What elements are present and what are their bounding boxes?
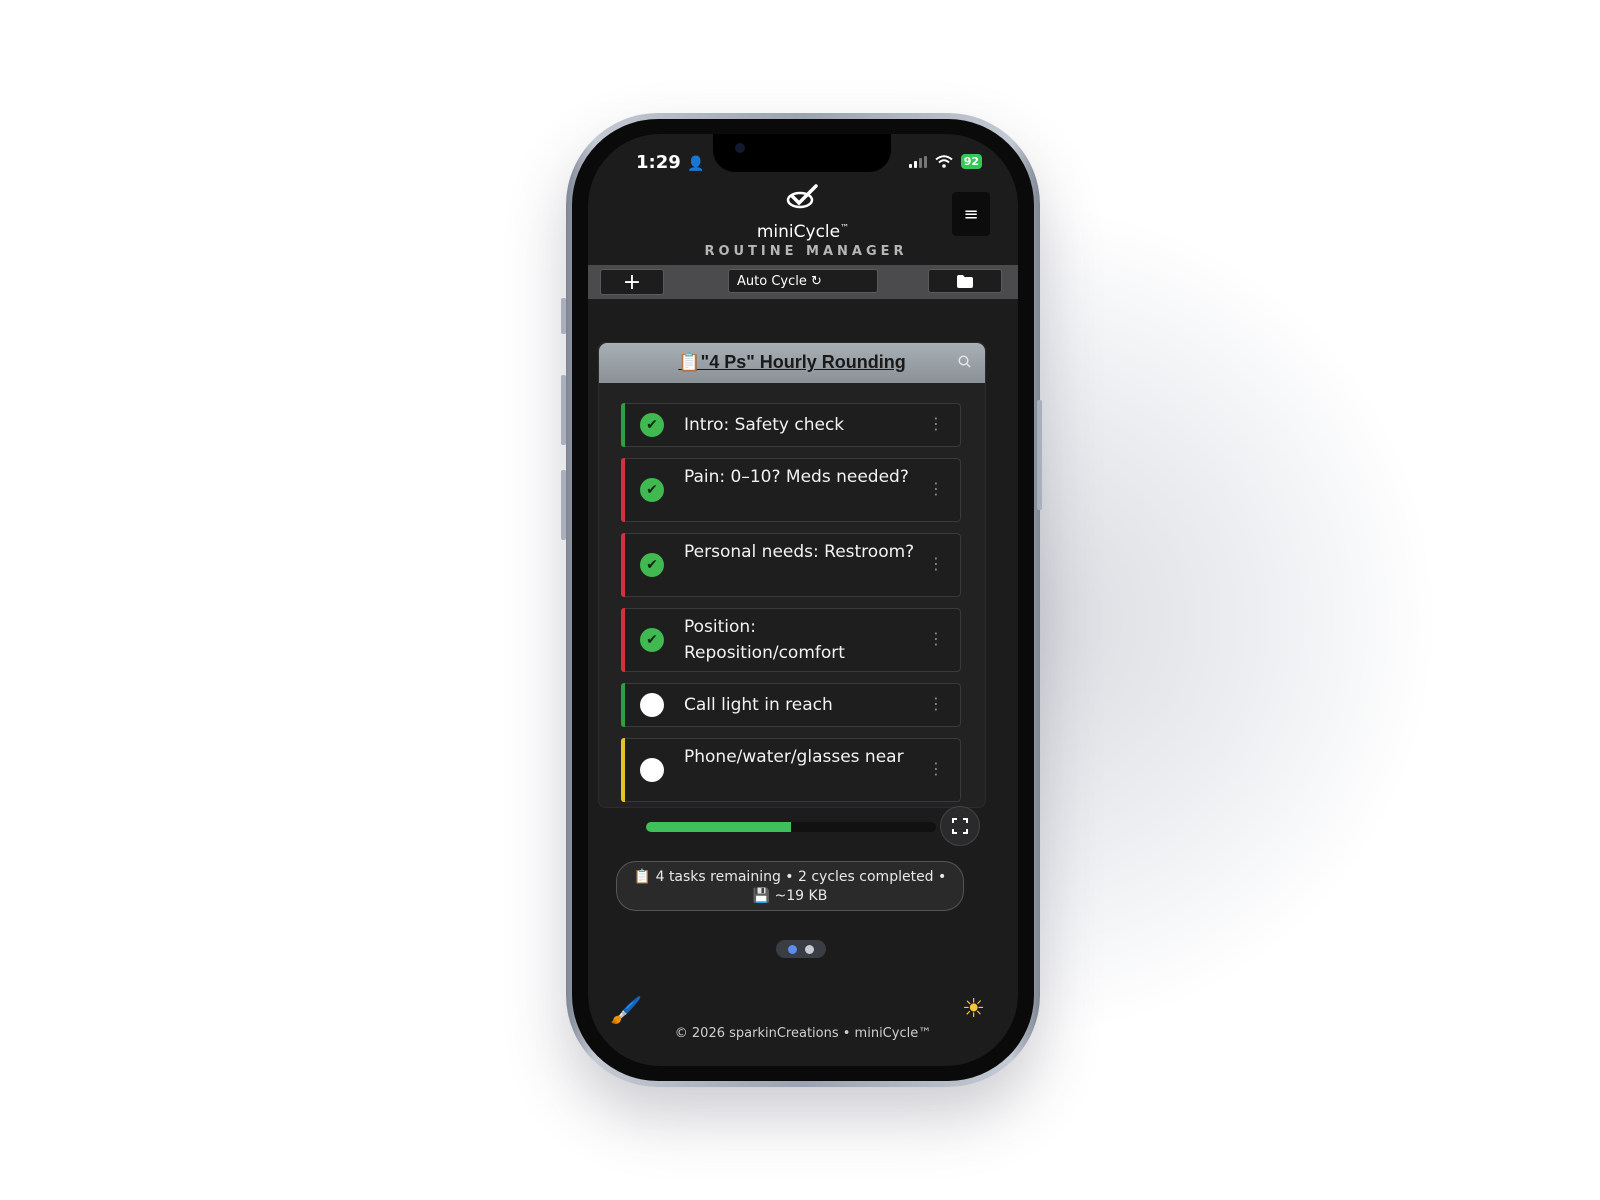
- toolbar: + Auto Cycle ↻: [588, 265, 1018, 299]
- checkmark-icon[interactable]: ✔: [640, 413, 664, 437]
- task-label: Personal needs: Restroom?: [684, 542, 915, 562]
- stats-line: 📋 4 tasks remaining • 2 cycles completed…: [633, 869, 947, 885]
- menu-button[interactable]: ≡: [952, 192, 990, 236]
- progress-bar: [646, 822, 936, 832]
- task-label: Intro: Safety check: [684, 415, 845, 435]
- hamburger-icon: ≡: [963, 203, 979, 225]
- search-icon[interactable]: [958, 355, 971, 372]
- page-dot[interactable]: [805, 944, 814, 954]
- battery-icon: 92: [960, 154, 982, 169]
- footer-copyright: © 2026 sparkinCreations • miniCycle™: [674, 1026, 932, 1041]
- person-icon: 👤: [687, 156, 705, 172]
- priority-bar: [621, 608, 625, 672]
- wifi-icon: [935, 155, 953, 168]
- more-options-icon[interactable]: ⋮: [928, 759, 944, 778]
- task-label: Phone/water/glasses near: [684, 747, 904, 767]
- stats-panel: 📋 4 tasks remaining • 2 cycles completed…: [616, 861, 964, 911]
- paintbrush-icon[interactable]: 🖌️: [610, 996, 642, 1026]
- page-dot-active[interactable]: [788, 944, 797, 954]
- status-time: 1:29 👤: [636, 152, 705, 173]
- trademark: ™: [840, 223, 850, 234]
- priority-bar: [621, 738, 625, 802]
- task-label: Call light in reach: [684, 695, 833, 715]
- task-row[interactable]: ✔ Intro: Safety check ⋮: [621, 403, 961, 447]
- more-options-icon[interactable]: ⋮: [928, 629, 944, 648]
- plus-icon: +: [622, 269, 642, 295]
- auto-cycle-button[interactable]: Auto Cycle ↻: [728, 269, 878, 293]
- app-screen: 1:29 👤 92 miniCycle™ ROUTINE MANAGER ≡ +…: [588, 134, 1018, 1066]
- power-button: [1037, 400, 1042, 510]
- checkmark-icon[interactable]: ✔: [640, 628, 664, 652]
- progress-fill: [646, 822, 791, 832]
- fullscreen-button[interactable]: [940, 806, 980, 846]
- list-title[interactable]: 📋"4 Ps" Hourly Rounding: [599, 352, 985, 373]
- status-time-text: 1:29: [636, 152, 681, 173]
- priority-bar: [621, 533, 625, 597]
- more-options-icon[interactable]: ⋮: [928, 479, 944, 498]
- volume-up-button: [561, 375, 566, 445]
- task-row[interactable]: ✔ Position: Reposition/comfort ⋮: [621, 608, 961, 672]
- folder-button[interactable]: [928, 269, 1002, 293]
- notch: [713, 134, 891, 172]
- checkmark-icon[interactable]: ✔: [640, 478, 664, 502]
- task-list-card: 📋"4 Ps" Hourly Rounding ✔ Intro: Safety …: [598, 342, 986, 808]
- mute-switch: [561, 298, 566, 334]
- folder-icon: [957, 274, 973, 288]
- task-row[interactable]: ✔ Personal needs: Restroom? ⋮: [621, 533, 961, 597]
- volume-down-button: [561, 470, 566, 540]
- more-options-icon[interactable]: ⋮: [928, 694, 944, 713]
- list-header: 📋"4 Ps" Hourly Rounding: [599, 343, 985, 383]
- app-logo-icon: [786, 184, 818, 217]
- unchecked-circle-icon[interactable]: [640, 693, 664, 717]
- status-icons: 92: [908, 154, 982, 169]
- unchecked-circle-icon[interactable]: [640, 758, 664, 782]
- priority-bar: [621, 683, 625, 727]
- task-row[interactable]: Phone/water/glasses near ⋮: [621, 738, 961, 802]
- sun-icon[interactable]: ☀: [962, 994, 985, 1024]
- task-row[interactable]: ✔ Pain: 0–10? Meds needed? ⋮: [621, 458, 961, 522]
- checkmark-icon[interactable]: ✔: [640, 553, 664, 577]
- task-label: Pain: 0–10? Meds needed?: [684, 467, 909, 487]
- front-camera: [735, 143, 745, 153]
- task-row[interactable]: Call light in reach ⋮: [621, 683, 961, 727]
- priority-bar: [621, 458, 625, 522]
- page-indicator[interactable]: [776, 940, 826, 958]
- stats-storage: 💾 ~19 KB: [752, 888, 828, 904]
- more-options-icon[interactable]: ⋮: [928, 554, 944, 573]
- app-subtitle: ROUTINE MANAGER: [704, 244, 908, 259]
- priority-bar: [621, 403, 625, 447]
- more-options-icon[interactable]: ⋮: [928, 414, 944, 433]
- app-name-text: miniCycle: [756, 222, 841, 242]
- signal-icon: [908, 155, 927, 168]
- add-task-button[interactable]: +: [600, 269, 664, 295]
- task-label: Position: Reposition/comfort: [684, 617, 845, 663]
- expand-icon: [952, 818, 968, 834]
